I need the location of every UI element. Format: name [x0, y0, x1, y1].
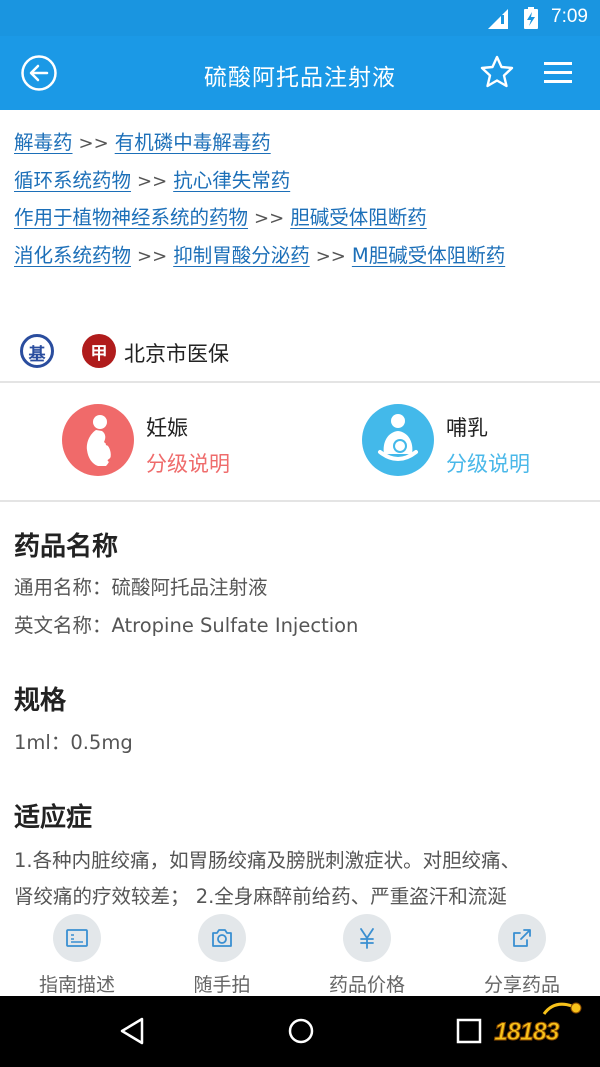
yuan-icon: [343, 914, 391, 962]
category-link[interactable]: M胆碱受体阻断药: [352, 244, 505, 267]
share-icon: [498, 914, 546, 962]
category-row: 消化系统药物 >> 抑制胃酸分泌药 >> M胆碱受体阻断药: [14, 239, 594, 277]
breadcrumb-separator: >>: [254, 208, 285, 229]
watermark-text: 18183: [494, 1018, 561, 1047]
snapshot-label: 随手拍: [193, 974, 251, 996]
battery-charging-icon: [524, 7, 538, 29]
snapshot-button[interactable]: 随手拍: [147, 914, 297, 996]
category-row: 循环系统药物 >> 抗心律失常药: [14, 164, 594, 202]
category-link[interactable]: 消化系统药物: [14, 244, 131, 267]
badge-text: 基: [28, 345, 46, 365]
pregnancy-subtitle: 分级说明: [146, 452, 230, 476]
app-bar: 硫酸阿托品注射液: [0, 36, 600, 110]
insurance-info: 基 甲 北京市医保: [20, 334, 420, 368]
lactation-icon: [362, 404, 434, 476]
section-title-spec: 规格: [14, 686, 67, 716]
status-bar: 7:09: [0, 0, 600, 36]
basic-drug-badge: 基: [20, 334, 54, 368]
badge-text: 甲: [90, 344, 108, 364]
category-link[interactable]: 有机磷中毒解毒药: [115, 131, 271, 154]
nav-recents-icon[interactable]: [456, 1016, 482, 1046]
guide-icon: [53, 914, 101, 962]
category-link[interactable]: 抗心律失常药: [173, 169, 290, 192]
class-a-badge: 甲: [82, 334, 116, 368]
guide-button[interactable]: 指南描述: [2, 914, 152, 996]
lactation-subtitle: 分级说明: [446, 452, 530, 476]
section-title-name: 药品名称: [14, 532, 119, 562]
guide-label: 指南描述: [38, 974, 115, 996]
camera-icon: [198, 914, 246, 962]
menu-icon[interactable]: [542, 58, 574, 88]
lactation-category[interactable]: 哺乳 分级说明: [362, 404, 600, 484]
category-link[interactable]: 胆碱受体阻断药: [290, 206, 427, 229]
indications-line: 肾绞痛的疗效较差； 2.全身麻醉前给药、严重盗汗和流涎: [14, 885, 507, 908]
nav-home-icon[interactable]: [286, 1016, 316, 1046]
insurance-label: 北京市医保: [124, 342, 229, 366]
section-title-indications: 适应症: [14, 803, 93, 833]
category-breadcrumbs: 解毒药 >> 有机磷中毒解毒药 循环系统药物 >> 抗心律失常药 作用于植物神经系统的药…: [14, 126, 594, 276]
breadcrumb-separator: >>: [137, 170, 168, 192]
category-link[interactable]: 循环系统药物: [14, 169, 131, 192]
price-button[interactable]: 药品价格: [292, 914, 442, 996]
watermark-logo: 18183: [494, 998, 590, 1058]
pregnancy-title: 妊娠: [146, 416, 188, 440]
favorite-star-icon[interactable]: [479, 54, 515, 90]
category-row: 作用于植物神经系统的药物 >> 胆碱受体阻断药: [14, 201, 594, 239]
category-link[interactable]: 解毒药: [14, 131, 73, 154]
indications-line: 1.各种内脏绞痛，如胃肠绞痛及膀胱刺激症状。对胆绞痛、: [14, 849, 521, 872]
clock: 7:09: [551, 6, 588, 27]
pregnancy-icon: [62, 404, 134, 476]
english-name: 英文名称：Atropine Sulfate Injection: [14, 614, 359, 637]
divider: [0, 500, 600, 502]
category-row: 解毒药 >> 有机磷中毒解毒药: [14, 126, 594, 164]
signal-icon: [488, 9, 508, 29]
bottom-toolbar: 指南描述 随手拍 药品价格 分享药品: [0, 906, 600, 996]
price-label: 药品价格: [328, 974, 405, 996]
lactation-title: 哺乳: [446, 416, 488, 440]
category-link[interactable]: 作用于植物神经系统的药物: [14, 206, 248, 229]
pregnancy-category[interactable]: 妊娠 分级说明: [62, 404, 342, 484]
nav-back-icon[interactable]: [118, 1016, 146, 1046]
category-link[interactable]: 抑制胃酸分泌药: [173, 244, 310, 267]
generic-name: 通用名称：硫酸阿托品注射液: [14, 576, 268, 599]
share-button[interactable]: 分享药品: [447, 914, 597, 996]
breadcrumb-separator: >>: [78, 133, 109, 154]
breadcrumb-separator: >>: [315, 245, 346, 267]
divider: [0, 381, 600, 383]
breadcrumb-separator: >>: [137, 245, 168, 267]
share-label: 分享药品: [483, 974, 560, 996]
spec-value: 1ml：0.5mg: [14, 731, 133, 754]
